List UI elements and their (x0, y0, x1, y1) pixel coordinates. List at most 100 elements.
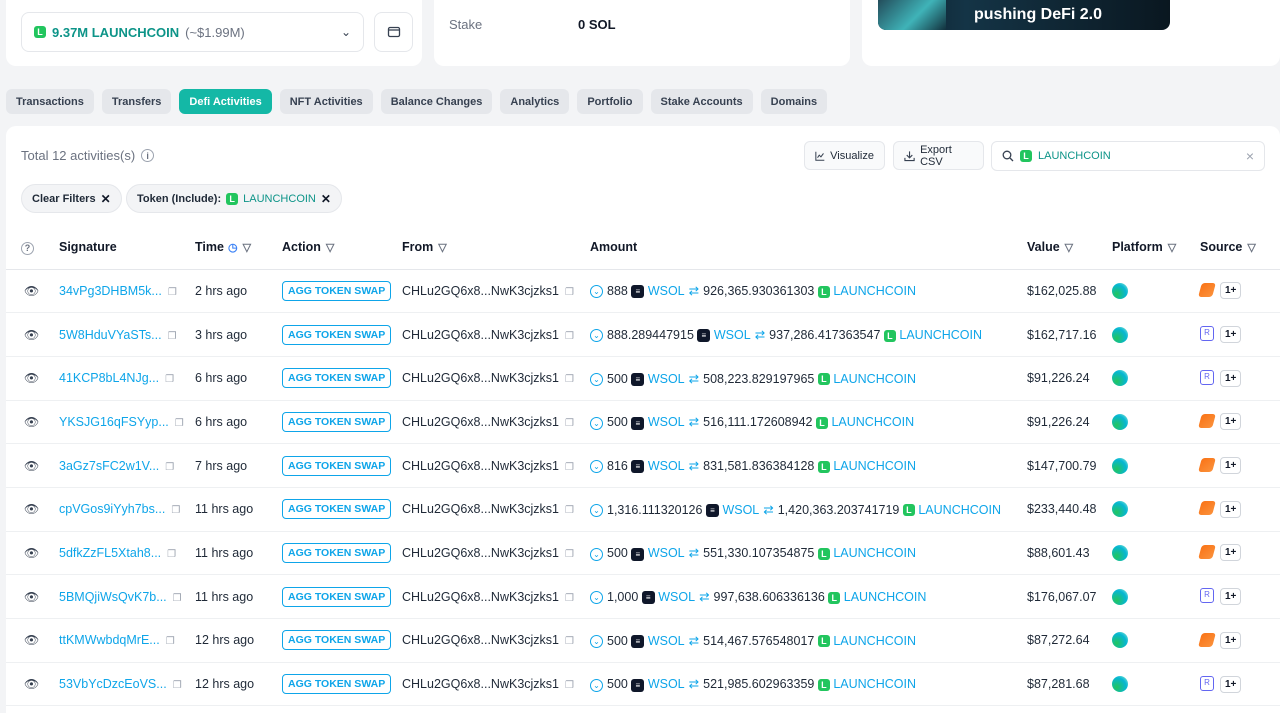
from-address[interactable]: CHLu2GQ6x8...NwK3cjzks1 (402, 590, 559, 604)
token-in-link[interactable]: WSOL (648, 372, 685, 386)
chevron-down-icon[interactable]: ⌄ (590, 329, 603, 343)
promo-banner[interactable]: pushing DeFi 2.0 (878, 0, 1170, 30)
chevron-down-icon[interactable]: ⌄ (590, 503, 603, 517)
token-in-link[interactable]: WSOL (722, 503, 759, 517)
more-sources-badge[interactable]: 1+ (1220, 326, 1242, 344)
copy-icon[interactable]: ❐ (565, 680, 574, 691)
platform-icon[interactable] (1112, 632, 1128, 649)
clear-filters-chip[interactable]: Clear Filters ✕ (21, 184, 122, 213)
token-out-link[interactable]: LAUNCHCOIN (833, 677, 916, 691)
token-in-link[interactable]: WSOL (648, 546, 685, 560)
eye-icon[interactable]: 👁 (24, 371, 39, 385)
tab-transfers[interactable]: Transfers (101, 89, 172, 114)
chevron-down-icon[interactable]: ⌄ (590, 285, 603, 299)
eye-icon[interactable]: 👁 (24, 328, 39, 342)
token-in-link[interactable]: WSOL (648, 415, 685, 429)
token-in-link[interactable]: WSOL (648, 634, 685, 648)
filter-icon[interactable]: ▽ (1247, 242, 1255, 254)
wallet-button[interactable] (374, 12, 413, 52)
filter-icon[interactable]: ▽ (438, 242, 446, 254)
chevron-down-icon[interactable]: ⌄ (590, 547, 603, 561)
clear-search-icon[interactable]: × (1246, 148, 1254, 164)
platform-icon[interactable] (1112, 544, 1128, 561)
platform-icon[interactable] (1112, 501, 1128, 518)
from-address[interactable]: CHLu2GQ6x8...NwK3cjzks1 (402, 415, 559, 429)
filter-icon[interactable]: ▽ (1168, 242, 1176, 254)
from-address[interactable]: CHLu2GQ6x8...NwK3cjzks1 (402, 546, 559, 560)
token-out-link[interactable]: LAUNCHCOIN (833, 372, 916, 386)
more-sources-badge[interactable]: 1+ (1220, 457, 1242, 475)
token-in-link[interactable]: WSOL (648, 284, 685, 298)
eye-icon[interactable]: 👁 (24, 415, 39, 429)
more-sources-badge[interactable]: 1+ (1220, 675, 1242, 693)
token-in-link[interactable]: WSOL (714, 328, 751, 342)
tab-nft-activities[interactable]: NFT Activities (279, 89, 373, 114)
filter-icon[interactable]: ▽ (1065, 242, 1073, 254)
token-out-link[interactable]: LAUNCHCOIN (833, 284, 916, 298)
copy-icon[interactable]: ❐ (167, 549, 176, 560)
platform-icon[interactable] (1112, 676, 1128, 693)
token-out-link[interactable]: LAUNCHCOIN (833, 459, 916, 473)
filter-icon[interactable]: ▽ (326, 242, 334, 254)
signature-link[interactable]: YKSJG16qFSYyp... (59, 415, 169, 429)
from-address[interactable]: CHLu2GQ6x8...NwK3cjzks1 (402, 633, 559, 647)
copy-icon[interactable]: ❐ (565, 593, 574, 604)
copy-icon[interactable]: ❐ (565, 374, 574, 385)
tab-portfolio[interactable]: Portfolio (577, 89, 643, 114)
platform-icon[interactable] (1112, 588, 1128, 605)
more-sources-badge[interactable]: 1+ (1220, 500, 1242, 518)
chevron-down-icon[interactable]: ⌄ (590, 372, 603, 386)
eye-icon[interactable]: 👁 (24, 590, 39, 604)
search-input[interactable]: L LAUNCHCOIN × (991, 141, 1265, 171)
copy-icon[interactable]: ❐ (168, 287, 177, 298)
from-address[interactable]: CHLu2GQ6x8...NwK3cjzks1 (402, 459, 559, 473)
visualize-button[interactable]: Visualize (804, 141, 885, 170)
export-csv-button[interactable]: Export CSV (893, 141, 984, 170)
more-sources-badge[interactable]: 1+ (1220, 631, 1242, 649)
copy-icon[interactable]: ❐ (173, 593, 182, 604)
eye-icon[interactable]: 👁 (24, 502, 39, 516)
copy-icon[interactable]: ❐ (565, 636, 574, 647)
platform-icon[interactable] (1112, 413, 1128, 430)
signature-link[interactable]: 5BMQjiWsQvK7b... (59, 590, 167, 604)
tab-domains[interactable]: Domains (760, 89, 828, 114)
copy-icon[interactable]: ❐ (565, 462, 574, 473)
chevron-down-icon[interactable]: ⌄ (590, 678, 603, 692)
platform-icon[interactable] (1112, 457, 1128, 474)
from-address[interactable]: CHLu2GQ6x8...NwK3cjzks1 (402, 284, 559, 298)
filter-icon[interactable]: ▽ (243, 242, 251, 254)
copy-icon[interactable]: ❐ (565, 331, 574, 342)
tab-transactions[interactable]: Transactions (6, 89, 94, 114)
clock-icon[interactable]: ◷ (228, 242, 238, 254)
token-out-link[interactable]: LAUNCHCOIN (831, 415, 914, 429)
token-out-link[interactable]: LAUNCHCOIN (833, 546, 916, 560)
chevron-down-icon[interactable]: ⌄ (590, 416, 603, 430)
eye-icon[interactable]: 👁 (24, 284, 39, 298)
tab-stake-accounts[interactable]: Stake Accounts (650, 89, 753, 114)
eye-icon[interactable]: 👁 (24, 546, 39, 560)
tab-balance-changes[interactable]: Balance Changes (380, 89, 493, 114)
tab-defi-activities[interactable]: Defi Activities (179, 89, 272, 114)
from-address[interactable]: CHLu2GQ6x8...NwK3cjzks1 (402, 677, 559, 691)
more-sources-badge[interactable]: 1+ (1220, 413, 1242, 431)
copy-icon[interactable]: ❐ (175, 418, 184, 429)
copy-icon[interactable]: ❐ (565, 505, 574, 516)
token-out-link[interactable]: LAUNCHCOIN (833, 634, 916, 648)
platform-icon[interactable] (1112, 326, 1128, 343)
token-in-link[interactable]: WSOL (648, 459, 685, 473)
token-in-link[interactable]: WSOL (658, 590, 695, 604)
close-icon[interactable]: ✕ (321, 192, 331, 206)
copy-icon[interactable]: ❐ (165, 462, 174, 473)
copy-icon[interactable]: ❐ (171, 505, 180, 516)
copy-icon[interactable]: ❐ (165, 374, 174, 385)
signature-link[interactable]: 5dfkZzFL5Xtah8... (59, 546, 161, 560)
copy-icon[interactable]: ❐ (173, 680, 182, 691)
token-out-link[interactable]: LAUNCHCOIN (899, 328, 982, 342)
signature-link[interactable]: cpVGos9iYyh7bs... (59, 502, 165, 516)
copy-icon[interactable]: ❐ (565, 287, 574, 298)
token-in-link[interactable]: WSOL (648, 677, 685, 691)
more-sources-badge[interactable]: 1+ (1220, 544, 1242, 562)
signature-link[interactable]: 3aGz7sFC2w1V... (59, 459, 159, 473)
copy-icon[interactable]: ❐ (168, 331, 177, 342)
close-icon[interactable]: ✕ (101, 192, 111, 206)
